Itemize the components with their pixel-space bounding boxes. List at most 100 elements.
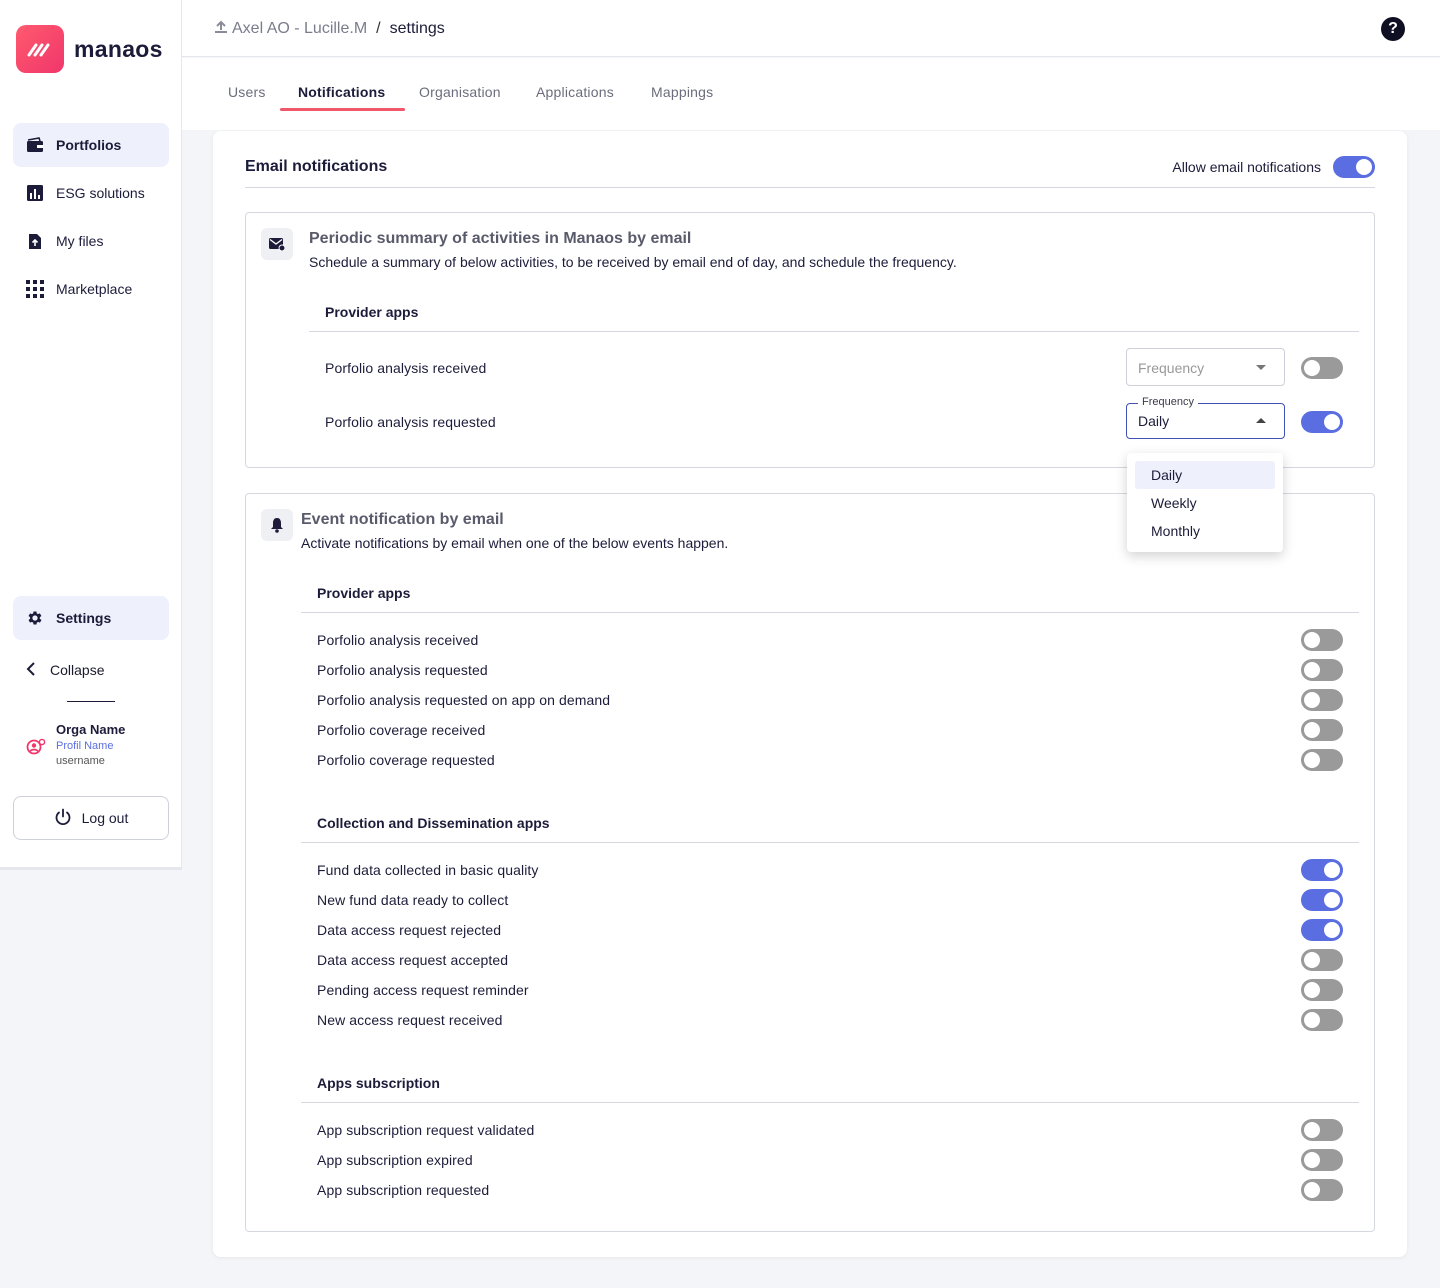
divider bbox=[301, 612, 1359, 613]
section-title: Periodic summary of activities in Manaos… bbox=[309, 230, 692, 247]
divider bbox=[309, 331, 1359, 332]
profil-name: Profil Name bbox=[56, 740, 114, 752]
event-notification-section: Event notification by email Activate not… bbox=[245, 493, 1375, 1232]
row-label: App subscription requested bbox=[317, 1182, 490, 1198]
group-title: Provider apps bbox=[317, 585, 411, 601]
row-label: App subscription expired bbox=[317, 1152, 473, 1168]
group-title: Apps subscription bbox=[317, 1075, 440, 1091]
event-toggle[interactable] bbox=[1301, 1119, 1343, 1141]
active-tab-indicator bbox=[280, 108, 405, 111]
frequency-select-open[interactable]: Frequency Daily bbox=[1126, 396, 1285, 439]
frequency-placeholder: Frequency bbox=[1138, 360, 1205, 376]
row-label: Fund data collected in basic quality bbox=[317, 862, 539, 878]
breadcrumb-parent[interactable]: Axel AO - Lucille.M bbox=[232, 20, 367, 38]
sidebar-item-portfolios[interactable]: Portfolios bbox=[13, 123, 169, 167]
section-description: Schedule a summary of below activities, … bbox=[309, 254, 957, 270]
collapse-button[interactable]: Collapse bbox=[13, 650, 104, 690]
card-title: Email notifications bbox=[245, 158, 388, 175]
sidebar-item-marketplace[interactable]: Marketplace bbox=[13, 267, 169, 311]
help-icon[interactable]: ? bbox=[1381, 17, 1405, 41]
event-toggle[interactable] bbox=[1301, 1009, 1343, 1031]
sidebar-item-label: Settings bbox=[56, 610, 112, 626]
allow-email-toggle[interactable] bbox=[1333, 156, 1375, 178]
tab-applications[interactable]: Applications bbox=[536, 84, 614, 100]
sidebar-item-label: ESG solutions bbox=[56, 185, 145, 201]
sidebar-item-label: My files bbox=[56, 233, 104, 249]
email-notifications-card: Email notifications Allow email notifica… bbox=[213, 131, 1407, 1257]
caret-up-icon bbox=[1256, 418, 1266, 423]
row-label: New fund data ready to collect bbox=[317, 892, 509, 908]
frequency-option-monthly[interactable]: Monthly bbox=[1135, 517, 1275, 545]
sidebar-item-label: Marketplace bbox=[56, 281, 133, 297]
org-name: Orga Name bbox=[56, 722, 126, 737]
sidebar-item-label: Portfolios bbox=[56, 137, 122, 153]
tab-users[interactable]: Users bbox=[228, 84, 266, 100]
sidebar-item-my-files[interactable]: My files bbox=[13, 219, 169, 263]
gear-icon bbox=[26, 609, 44, 627]
periodic-analysis-requested-toggle[interactable] bbox=[1301, 411, 1343, 433]
breadcrumb-separator: / bbox=[376, 19, 381, 37]
row-label: Pending access request reminder bbox=[317, 982, 529, 998]
user-profile[interactable]: Orga Name Profil Name username bbox=[26, 722, 125, 767]
wallet-icon bbox=[26, 136, 44, 154]
power-icon bbox=[54, 808, 72, 829]
sidebar-item-settings[interactable]: Settings bbox=[13, 596, 169, 640]
group-title: Collection and Dissemination apps bbox=[317, 815, 550, 831]
periodic-summary-section: Periodic summary of activities in Manaos… bbox=[245, 212, 1375, 468]
divider bbox=[245, 187, 1375, 188]
divider bbox=[301, 1102, 1359, 1103]
top-bar: Axel AO - Lucille.M / settings ? bbox=[182, 0, 1440, 57]
logout-button[interactable]: Log out bbox=[13, 796, 169, 840]
event-toggle[interactable] bbox=[1301, 889, 1343, 911]
frequency-value: Daily bbox=[1138, 413, 1170, 429]
frequency-label: Frequency bbox=[1138, 396, 1198, 408]
event-toggle[interactable] bbox=[1301, 1179, 1343, 1201]
event-toggle[interactable] bbox=[1301, 949, 1343, 971]
username: username bbox=[56, 755, 105, 767]
divider bbox=[301, 842, 1359, 843]
user-settings-icon bbox=[26, 738, 46, 767]
event-toggle[interactable] bbox=[1301, 749, 1343, 771]
periodic-analysis-received-toggle[interactable] bbox=[1301, 357, 1343, 379]
row-label: Porfolio analysis received bbox=[325, 360, 487, 376]
row-label: New access request received bbox=[317, 1012, 503, 1028]
upload-icon bbox=[214, 19, 228, 38]
sidebar-item-esg-solutions[interactable]: ESG solutions bbox=[13, 171, 169, 215]
group-title: Provider apps bbox=[325, 304, 419, 320]
event-toggle[interactable] bbox=[1301, 719, 1343, 741]
collapse-label: Collapse bbox=[50, 662, 105, 678]
logout-label: Log out bbox=[81, 810, 129, 826]
event-toggle[interactable] bbox=[1301, 979, 1343, 1001]
frequency-option-daily[interactable]: Daily bbox=[1135, 461, 1275, 489]
frequency-select[interactable]: Frequency bbox=[1126, 348, 1285, 386]
row-label: Porfolio analysis requested on app on de… bbox=[317, 692, 611, 708]
logo[interactable]: manaos bbox=[16, 25, 163, 73]
bell-icon bbox=[261, 509, 293, 541]
tab-notifications[interactable]: Notifications bbox=[298, 84, 385, 100]
divider bbox=[67, 701, 115, 702]
frequency-option-weekly[interactable]: Weekly bbox=[1135, 489, 1275, 517]
breadcrumb-current: settings bbox=[389, 19, 445, 37]
breadcrumb: Axel AO - Lucille.M / settings bbox=[214, 19, 445, 38]
event-toggle[interactable] bbox=[1301, 689, 1343, 711]
allow-email-label: Allow email notifications bbox=[1172, 159, 1321, 175]
event-toggle[interactable] bbox=[1301, 629, 1343, 651]
file-upload-icon bbox=[26, 232, 44, 250]
frequency-dropdown-menu: Daily Weekly Monthly bbox=[1127, 453, 1283, 552]
row-label: Data access request accepted bbox=[317, 952, 509, 968]
event-toggle[interactable] bbox=[1301, 859, 1343, 881]
settings-tabs: Users Notifications Organisation Applica… bbox=[182, 58, 1440, 130]
event-toggle[interactable] bbox=[1301, 659, 1343, 681]
caret-down-icon bbox=[1256, 365, 1266, 370]
grid-icon bbox=[26, 280, 44, 298]
bar-chart-icon bbox=[26, 184, 44, 202]
row-label: Porfolio analysis received bbox=[317, 632, 479, 648]
row-label: App subscription request validated bbox=[317, 1122, 535, 1138]
chevron-left-icon bbox=[26, 661, 36, 679]
row-label: Porfolio coverage requested bbox=[317, 752, 495, 768]
event-toggle[interactable] bbox=[1301, 1149, 1343, 1171]
row-label: Porfolio analysis requested bbox=[317, 662, 488, 678]
tab-organisation[interactable]: Organisation bbox=[419, 84, 501, 100]
event-toggle[interactable] bbox=[1301, 919, 1343, 941]
tab-mappings[interactable]: Mappings bbox=[651, 84, 713, 100]
